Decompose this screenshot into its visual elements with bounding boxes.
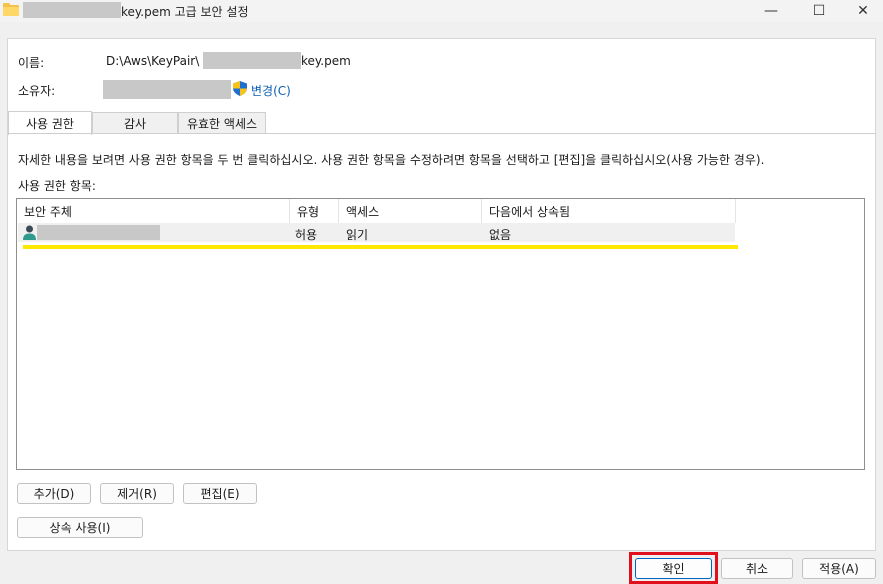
owner-label: 소유자: <box>18 84 56 98</box>
remove-button[interactable]: 제거(R) <box>100 483 174 504</box>
close-button[interactable]: ✕ <box>840 0 883 22</box>
column-principal[interactable]: 보안 주체 <box>17 199 290 223</box>
path-prefix: D:\Aws\KeyPair\ <box>106 54 200 68</box>
redacted-filename <box>23 2 121 18</box>
column-access[interactable]: 액세스 <box>339 199 482 223</box>
column-inherited-from[interactable]: 다음에서 상속됨 <box>482 199 736 223</box>
instructions-text: 자세한 내용을 보려면 사용 권한 항목을 두 번 클릭하십시오. 사용 권한 … <box>18 153 765 167</box>
tab-permissions[interactable]: 사용 권한 <box>8 111 92 135</box>
cancel-button[interactable]: 취소 <box>721 558 793 579</box>
column-type[interactable]: 유형 <box>290 199 339 223</box>
window-title: key.pem 고급 보안 설정 <box>121 5 249 19</box>
path-suffix: key.pem <box>301 54 351 68</box>
entries-label: 사용 권한 항목: <box>18 179 96 193</box>
ok-button-focus-outline <box>629 552 718 584</box>
edit-button[interactable]: 편집(E) <box>183 483 257 504</box>
enable-inheritance-button[interactable]: 상속 사용(I) <box>17 517 143 538</box>
change-owner-link[interactable]: 변경(C) <box>251 82 291 99</box>
cell-inherited-from: 없음 <box>489 228 512 242</box>
highlight-underline <box>23 245 738 249</box>
name-label: 이름: <box>18 56 45 70</box>
maximize-button[interactable]: ☐ <box>796 0 842 22</box>
permission-entries-list[interactable]: 보안 주체 유형 액세스 다음에서 상속됨 허용 읽기 없음 <box>16 198 865 470</box>
cell-type: 허용 <box>295 228 318 242</box>
redacted-path <box>203 52 301 69</box>
redacted-owner <box>103 80 231 99</box>
title-bar: key.pem 고급 보안 설정 — ☐ ✕ <box>0 0 883 22</box>
apply-button[interactable]: 적용(A) <box>802 558 876 579</box>
add-button[interactable]: 추가(D) <box>17 483 91 504</box>
user-icon <box>23 225 36 240</box>
minimize-button[interactable]: — <box>748 0 794 22</box>
cell-access: 읽기 <box>346 228 369 242</box>
redacted-principal <box>37 225 160 240</box>
table-row[interactable]: 허용 읽기 없음 <box>18 223 735 242</box>
shield-icon <box>233 81 247 96</box>
tab-auditing[interactable]: 감사 <box>92 112 178 134</box>
tab-effective-access[interactable]: 유효한 액세스 <box>178 112 266 134</box>
tab-divider <box>7 133 876 134</box>
folder-icon <box>3 3 19 16</box>
